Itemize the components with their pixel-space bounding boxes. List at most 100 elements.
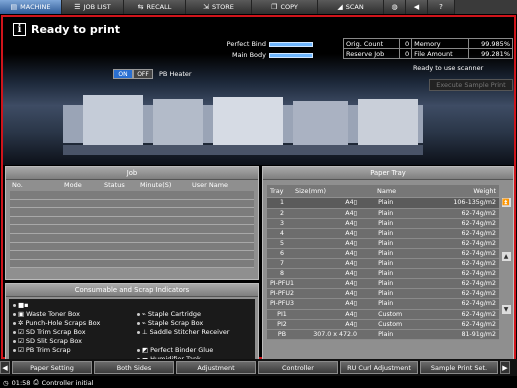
tray-row[interactable]: 6 A4▯ Plain 62-74g/m2	[267, 248, 499, 260]
sample-print-set-button[interactable]: Sample Print Set.	[420, 361, 498, 374]
size-cell: A4▯	[296, 228, 361, 239]
paper-tray-title: Paper Tray	[263, 167, 513, 180]
tray-cell: PI2	[267, 319, 297, 330]
job-list[interactable]	[10, 191, 254, 277]
weight-cell: 62-74g/m2	[445, 278, 499, 290]
volume-button[interactable]: ◀	[406, 0, 428, 14]
tray-row[interactable]: 8 A4▯ Plain 62-74g/m2	[267, 268, 499, 280]
tray-cell: PI-PFU1	[267, 278, 297, 290]
weight-cell: 81-91g/m2	[445, 329, 499, 340]
controller-button[interactable]: Controller	[258, 361, 338, 374]
scroll-top-icon[interactable]: ⏫	[501, 198, 511, 207]
job-row[interactable]	[10, 225, 254, 234]
next-page-icon[interactable]: ▶	[500, 361, 510, 374]
tray-row[interactable]: PI-PFU1 A4▯ Plain 62-74g/m2	[267, 278, 499, 290]
ru-curl-adjustment-button[interactable]: RU Curl Adjustment	[340, 361, 418, 374]
size-cell: A4▯	[296, 268, 361, 280]
tray-cell: 1	[267, 198, 297, 209]
weight-cell: 62-74g/m2	[445, 228, 499, 239]
size-cell: A4▯	[296, 218, 361, 229]
tray-row[interactable]: 7 A4▯ Plain 62-74g/m2	[267, 258, 499, 270]
execute-sample-print-button[interactable]: Execute Sample Print	[429, 79, 513, 91]
size-cell: A4▯	[296, 288, 361, 300]
size-cell: A4▯	[296, 298, 361, 310]
tab-job-list[interactable]: ☰ JOB LIST	[62, 0, 124, 14]
scroll-up-icon[interactable]: ▲	[501, 251, 511, 261]
paper-setting-button[interactable]: Paper Setting	[12, 361, 92, 374]
tray-row[interactable]: 4 A4▯ Plain 62-74g/m2	[267, 228, 499, 239]
job-row[interactable]	[10, 199, 254, 209]
name-cell: Plain	[360, 258, 446, 270]
job-row[interactable]	[10, 242, 254, 252]
tab-copy[interactable]: ❐ COPY	[252, 0, 318, 14]
tray-row[interactable]: 3 A4▯ Plain 62-74g/m2	[267, 218, 499, 229]
tray-row[interactable]: 5 A4▯ Plain 62-74g/m2	[267, 238, 499, 249]
weight-cell: 106-135g/m2	[445, 198, 499, 209]
tray-row[interactable]: PI2 A4▯ Custom 62-74g/m2	[267, 319, 499, 330]
copy-icon: ❐	[271, 3, 278, 11]
weight-cell: 62-74g/m2	[445, 238, 499, 249]
scan-icon: ◢	[337, 3, 343, 11]
job-row[interactable]	[10, 216, 254, 226]
consumable-sd-slit: ☑ SD Slit Scrap Box	[13, 337, 82, 345]
adjustment-button[interactable]: Adjustment	[176, 361, 256, 374]
job-row[interactable]	[10, 191, 254, 200]
tray-row[interactable]: PB 307.0 x 472.0 Plain 81-91g/m2	[267, 329, 499, 340]
consumable-toner: ■▪	[13, 301, 29, 309]
tray-row[interactable]: PI-PFU2 A4▯ Plain 62-74g/m2	[267, 288, 499, 300]
help-button[interactable]: ?	[428, 0, 455, 14]
job-row[interactable]	[10, 233, 254, 243]
tab-store[interactable]: ⇲ STORE	[186, 0, 252, 14]
name-cell: Plain	[360, 228, 446, 239]
pb-heater-label: PB Heater	[159, 70, 192, 78]
job-panel: Job No. Mode Status Minute(S) User Name	[5, 166, 259, 280]
size-cell: A4▯	[296, 198, 361, 209]
size-cell: A4▯	[296, 208, 361, 219]
name-cell: Custom	[360, 319, 446, 330]
tray-scrollbar[interactable]: ⏫ ▲ ▼ ⏬	[501, 198, 511, 368]
tray-cell: PI-PFU3	[267, 298, 297, 310]
counter-table: Orig. Count 0 Memory 99.985% Reserve Job…	[342, 38, 514, 59]
tray-row[interactable]: PI1 A4▯ Custom 62-74g/m2	[267, 309, 499, 320]
job-row[interactable]	[10, 208, 254, 217]
tray-cell: 5	[267, 238, 297, 249]
status-line-text: Controller initial	[41, 378, 94, 387]
clock-icon: ◷	[3, 378, 9, 387]
pb-heater-on-button[interactable]: ON	[113, 69, 133, 79]
size-cell: A4▯	[296, 309, 361, 320]
tray-cell: PB	[267, 329, 297, 340]
tray-row[interactable]: 1 A4▯ Plain 106-135g/m2	[267, 198, 499, 209]
tab-machine[interactable]: ▤ MACHINE	[0, 0, 62, 14]
staple-scrap-icon: ⌁	[142, 319, 146, 327]
store-icon: ⇲	[203, 3, 210, 11]
tab-recall[interactable]: ⇆ RECALL	[124, 0, 186, 14]
tab-scan[interactable]: ◢ SCAN	[318, 0, 384, 14]
pb-heater-off-button[interactable]: OFF	[133, 69, 153, 79]
tray-row[interactable]: PI-PFU3 A4▯ Plain 62-74g/m2	[267, 298, 499, 310]
pb-heater-toggle: ON OFF PB Heater	[113, 69, 192, 79]
globe-button[interactable]: ◍	[384, 0, 406, 14]
name-cell: Custom	[360, 309, 446, 320]
help-icon: ?	[439, 3, 443, 11]
gauge-main-body: Main Body	[183, 51, 313, 59]
weight-cell: 62-74g/m2	[445, 288, 499, 300]
machine-status-area: i Ready to print Perfect Bind Main Body …	[3, 17, 514, 165]
tray-row[interactable]: 2 A4▯ Plain 62-74g/m2	[267, 208, 499, 219]
job-row[interactable]	[10, 259, 254, 269]
name-cell: Plain	[360, 278, 446, 290]
info-icon: i	[13, 23, 26, 36]
main-frame: i Ready to print Perfect Bind Main Body …	[1, 15, 516, 369]
function-bar: ◀ Paper Setting Both Sides Adjustment Co…	[0, 359, 517, 376]
tray-cell: 2	[267, 208, 297, 219]
scroll-down-icon[interactable]: ▼	[501, 305, 511, 315]
tray-cell: PI-PFU2	[267, 288, 297, 300]
both-sides-button[interactable]: Both Sides	[94, 361, 174, 374]
size-cell: A4▯	[296, 238, 361, 249]
globe-icon: ◍	[391, 3, 398, 11]
consumable-panel: Consumable and Scrap Indicators ■▪ ▣ Was…	[5, 283, 259, 369]
gauge-bar	[269, 52, 313, 58]
consumable-saddle-stitcher: ⊥ Saddle Stitcher Receiver	[137, 328, 229, 336]
consumable-sd-trim: ☑ SD Trim Scrap Box	[13, 328, 86, 336]
job-row[interactable]	[10, 251, 254, 260]
prev-page-icon[interactable]: ◀	[0, 361, 10, 374]
